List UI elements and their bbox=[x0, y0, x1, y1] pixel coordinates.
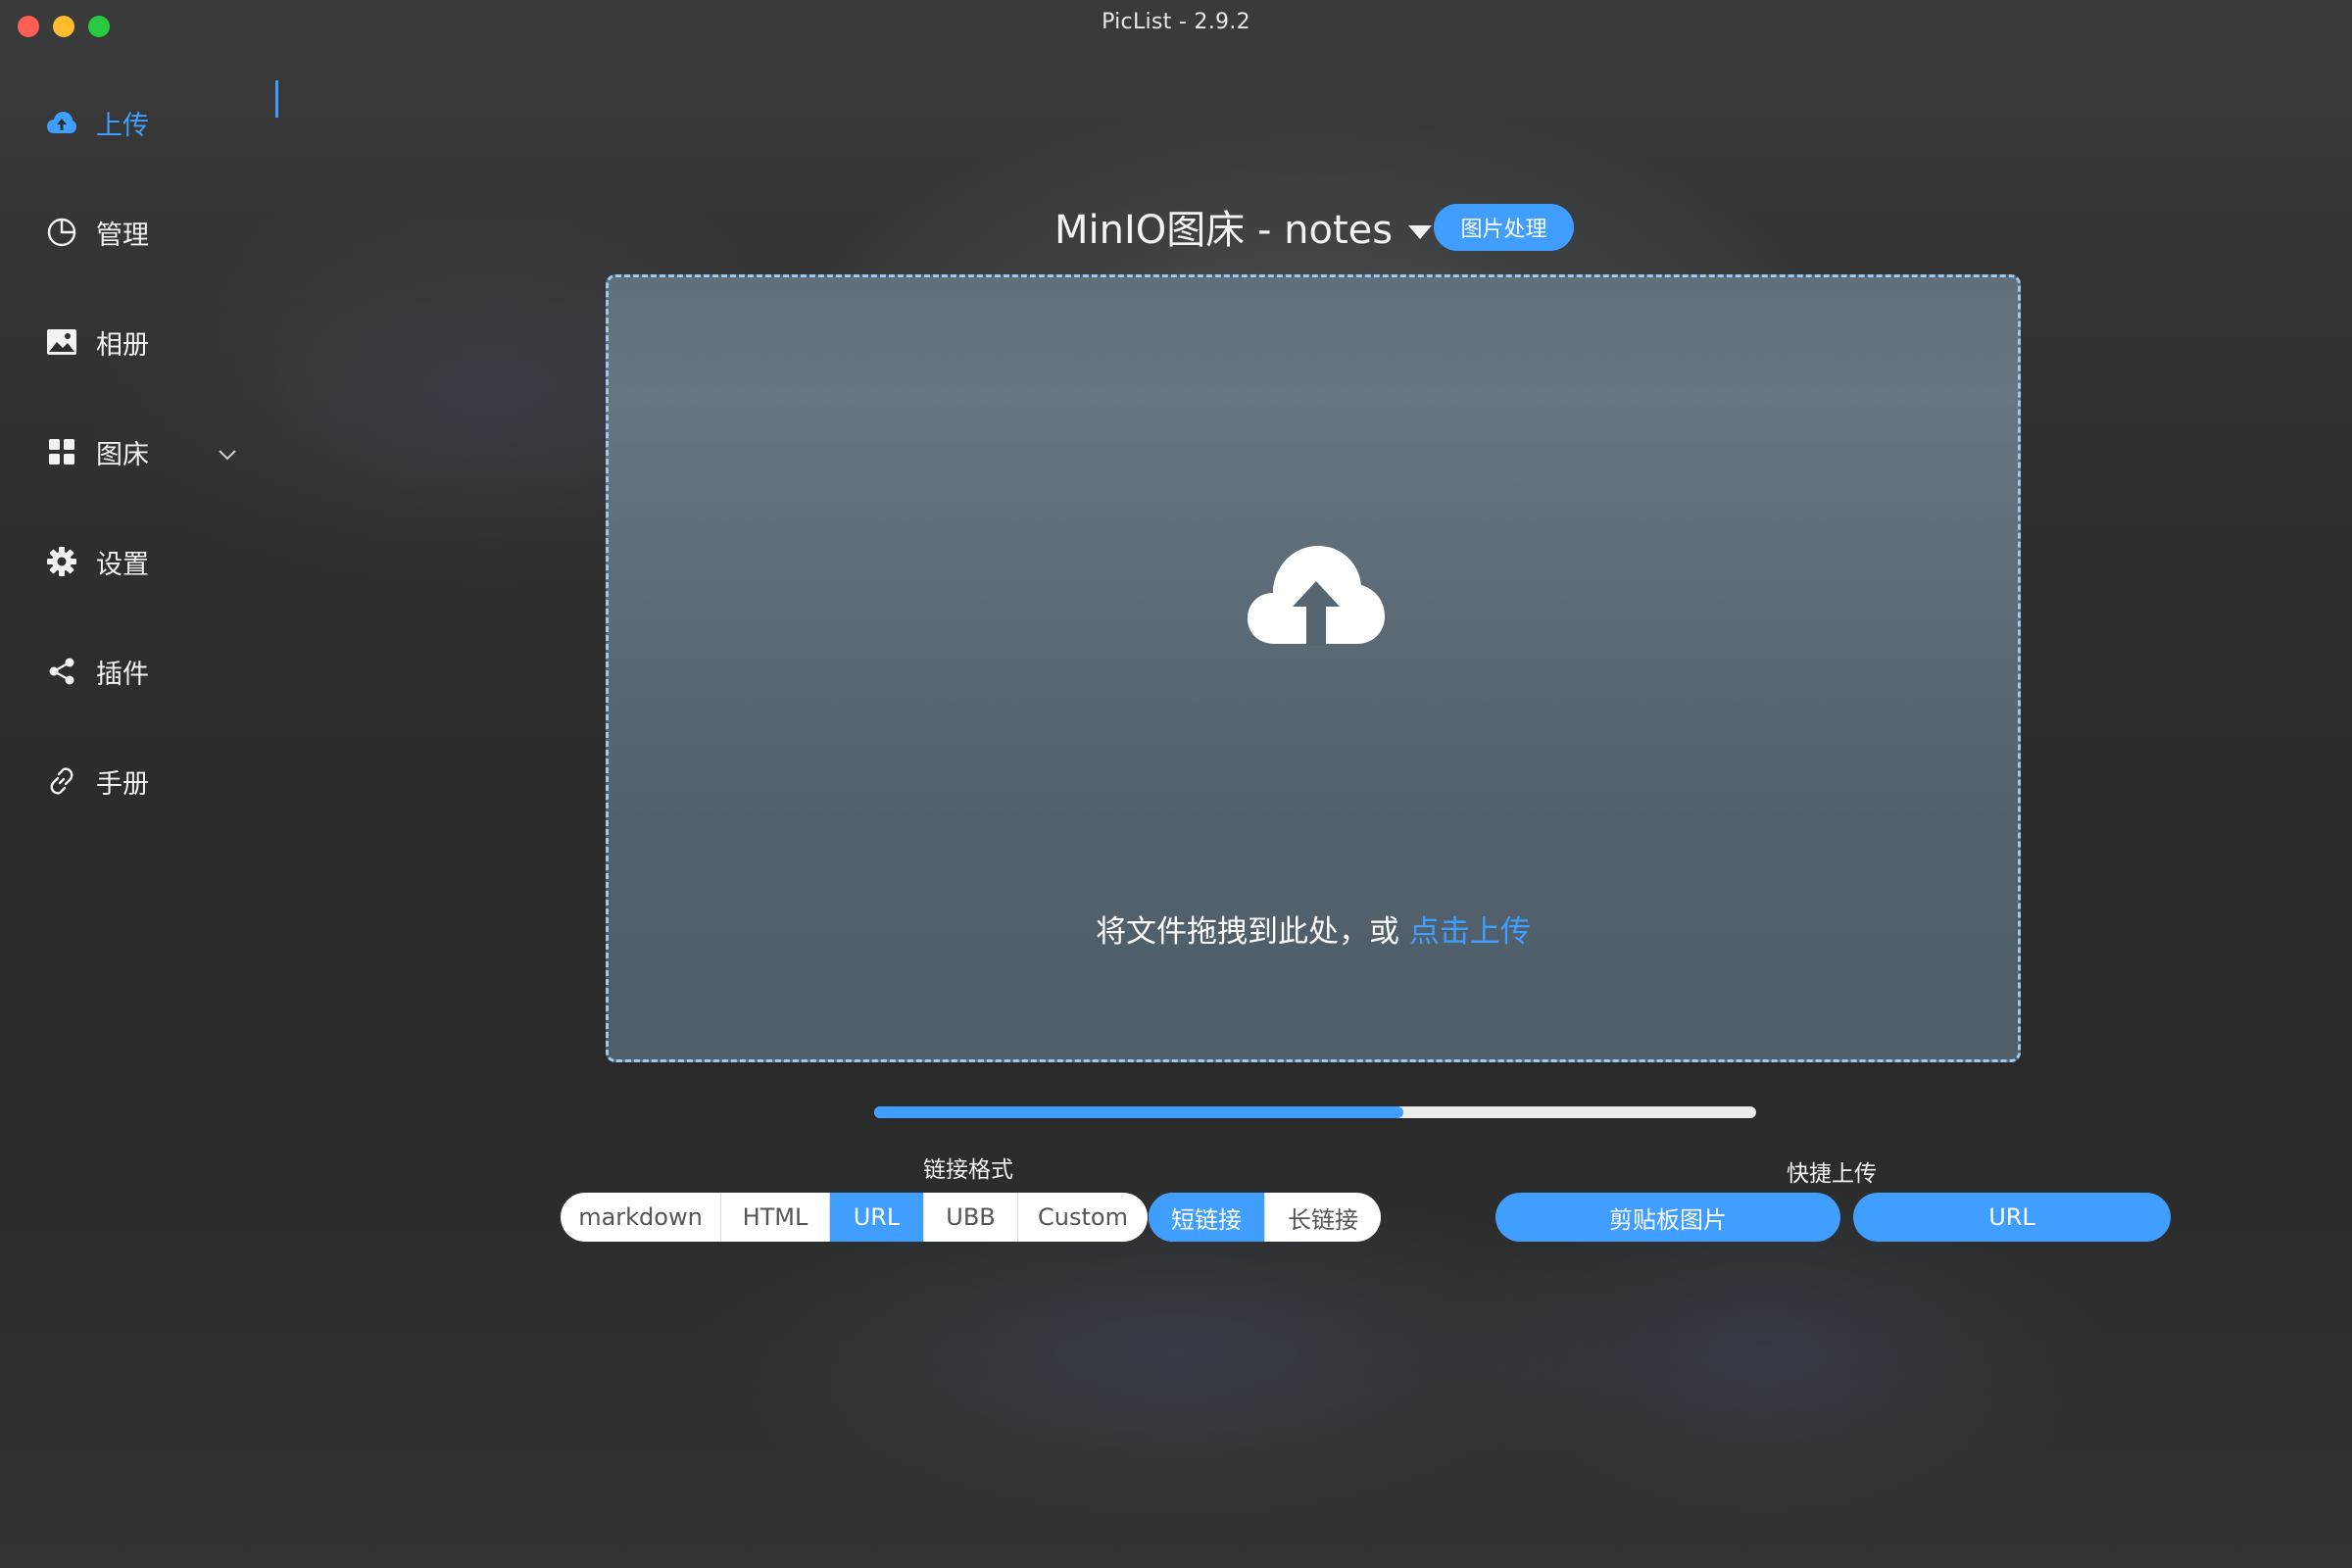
close-window-button[interactable] bbox=[18, 16, 39, 37]
window-title: PicList - 2.9.2 bbox=[1102, 9, 1250, 34]
format-option-markdown[interactable]: markdown bbox=[561, 1193, 720, 1242]
gear-icon bbox=[45, 545, 78, 578]
sidebar-item-picbed[interactable]: 图床 bbox=[45, 427, 261, 476]
picbed-selector[interactable]: MinIO图床 - notes bbox=[1054, 199, 1433, 254]
sidebar-item-label: 相册 bbox=[96, 329, 149, 361]
share-icon bbox=[45, 655, 78, 688]
upload-progress-bar bbox=[874, 1106, 1756, 1118]
short-link-option[interactable]: 短链接 bbox=[1149, 1193, 1264, 1242]
minimize-window-button[interactable] bbox=[53, 16, 74, 37]
link-format-segmented: markdown HTML URL UBB Custom bbox=[561, 1193, 1148, 1242]
cloud-upload-icon bbox=[45, 106, 78, 139]
active-indicator bbox=[275, 80, 278, 118]
upload-progress-fill bbox=[874, 1106, 1403, 1118]
format-option-html[interactable]: HTML bbox=[720, 1193, 829, 1242]
sidebar: 上传 管理 相册 图床 设置 插件 手册 bbox=[0, 43, 284, 1568]
sidebar-item-label: 插件 bbox=[96, 659, 149, 690]
grid-icon bbox=[45, 435, 78, 468]
maximize-window-button[interactable] bbox=[88, 16, 110, 37]
long-link-option[interactable]: 长链接 bbox=[1264, 1193, 1381, 1242]
link-format-label: 链接格式 bbox=[923, 1157, 1013, 1183]
link-icon bbox=[45, 764, 78, 798]
click-upload-link[interactable]: 点击上传 bbox=[1409, 914, 1531, 950]
drop-hint: 将文件拖拽到此处，或 点击上传 bbox=[609, 906, 2018, 951]
sidebar-item-label: 管理 bbox=[96, 220, 149, 251]
drop-hint-text: 将文件拖拽到此处，或 bbox=[1096, 914, 1400, 950]
sidebar-item-plugins[interactable]: 插件 bbox=[45, 647, 261, 696]
format-option-ubb[interactable]: UBB bbox=[923, 1193, 1017, 1242]
picbed-title: MinIO图床 - notes bbox=[1054, 208, 1394, 253]
url-upload-button[interactable]: URL bbox=[1853, 1193, 2171, 1242]
caret-down-icon bbox=[1408, 204, 1433, 249]
clipboard-upload-button[interactable]: 剪贴板图片 bbox=[1495, 1193, 1840, 1242]
image-process-button[interactable]: 图片处理 bbox=[1434, 204, 1574, 251]
title-bar: PicList - 2.9.2 bbox=[0, 0, 2352, 43]
sidebar-item-settings[interactable]: 设置 bbox=[45, 537, 261, 586]
quick-upload-label: 快捷上传 bbox=[1787, 1161, 1877, 1187]
sidebar-item-manual[interactable]: 手册 bbox=[45, 757, 261, 806]
sidebar-item-label: 图床 bbox=[96, 439, 149, 470]
sidebar-item-label: 上传 bbox=[96, 110, 149, 141]
sidebar-item-label: 手册 bbox=[96, 768, 149, 800]
sidebar-item-album[interactable]: 相册 bbox=[45, 318, 261, 367]
sidebar-item-upload[interactable]: 上传 bbox=[45, 98, 261, 147]
chevron-down-icon[interactable] bbox=[218, 437, 237, 467]
sidebar-item-manage[interactable]: 管理 bbox=[45, 208, 261, 257]
upload-cloud-icon bbox=[1248, 546, 1385, 646]
format-option-custom[interactable]: Custom bbox=[1017, 1193, 1148, 1242]
traffic-lights bbox=[18, 16, 110, 37]
sidebar-item-label: 设置 bbox=[96, 549, 149, 580]
pie-chart-icon bbox=[45, 216, 78, 249]
format-option-url[interactable]: URL bbox=[829, 1193, 923, 1242]
image-icon bbox=[45, 325, 78, 359]
link-length-segmented: 短链接 长链接 bbox=[1149, 1193, 1381, 1242]
upload-dropzone[interactable]: 将文件拖拽到此处，或 点击上传 bbox=[606, 274, 2021, 1062]
